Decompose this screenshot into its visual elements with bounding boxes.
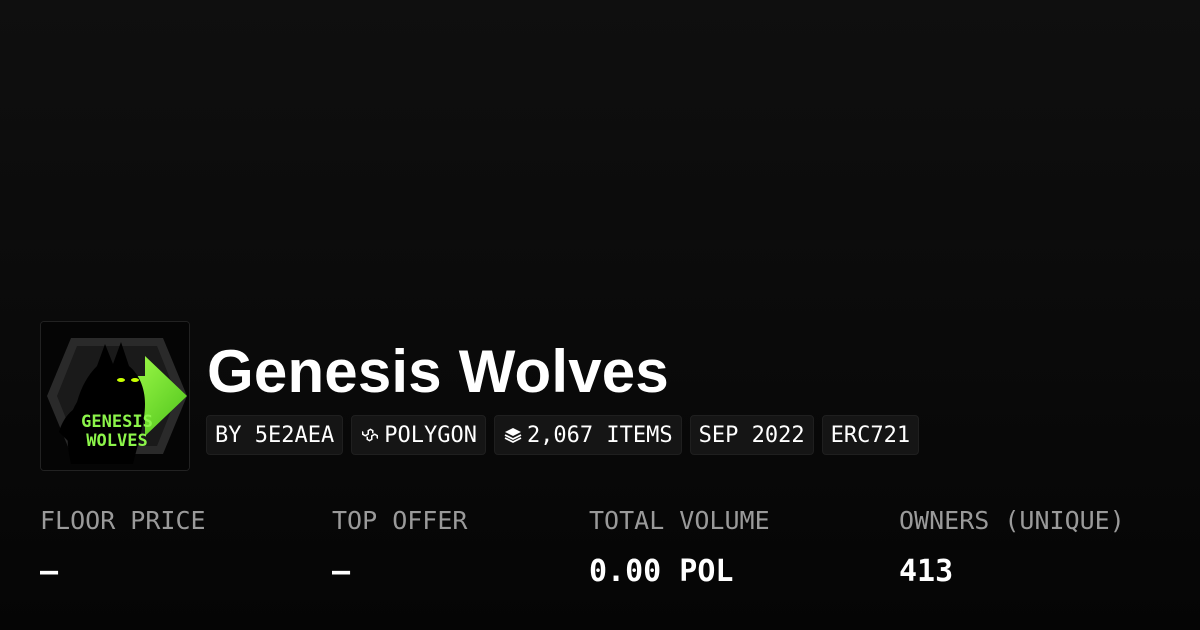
top-offer-label: TOP OFFER <box>332 506 468 535</box>
token-standard-label: ERC721 <box>830 422 911 448</box>
layers-icon <box>503 425 523 445</box>
created-date-badge: SEP 2022 <box>689 415 814 455</box>
chain-badge[interactable]: POLYGON <box>351 415 486 455</box>
token-standard-badge: ERC721 <box>821 415 920 455</box>
collection-badges: BY 5E2AEA POLYGON 2,067 ITEMS SEP 2022 E… <box>206 415 920 455</box>
collection-logo[interactable]: GENESIS WOLVES <box>40 321 190 471</box>
wolf-logo-image: GENESIS WOLVES <box>41 322 189 470</box>
creator-badge[interactable]: BY 5E2AEA <box>206 415 344 455</box>
total-volume-label: TOTAL VOLUME <box>589 506 770 535</box>
floor-price-value: – <box>40 554 59 589</box>
created-date-label: SEP 2022 <box>698 422 805 448</box>
collection-preview-card: GENESIS WOLVES Genesis Wolves BY 5E2AEA … <box>0 0 1200 630</box>
total-volume-value: 0.00 POL <box>589 554 734 589</box>
top-offer-value: – <box>332 554 351 589</box>
owners-label: OWNERS (UNIQUE) <box>899 506 1125 535</box>
owners-value: 413 <box>899 554 954 589</box>
items-badge[interactable]: 2,067 ITEMS <box>493 415 682 455</box>
items-badge-label: 2,067 ITEMS <box>526 422 673 448</box>
chain-badge-label: POLYGON <box>384 422 477 448</box>
creator-badge-label: BY 5E2AEA <box>215 422 335 448</box>
polygon-chain-icon <box>360 425 380 445</box>
svg-text:GENESIS: GENESIS <box>81 412 153 432</box>
collection-title: Genesis Wolves <box>207 338 669 405</box>
svg-text:WOLVES: WOLVES <box>86 431 147 451</box>
floor-price-label: FLOOR PRICE <box>40 506 206 535</box>
